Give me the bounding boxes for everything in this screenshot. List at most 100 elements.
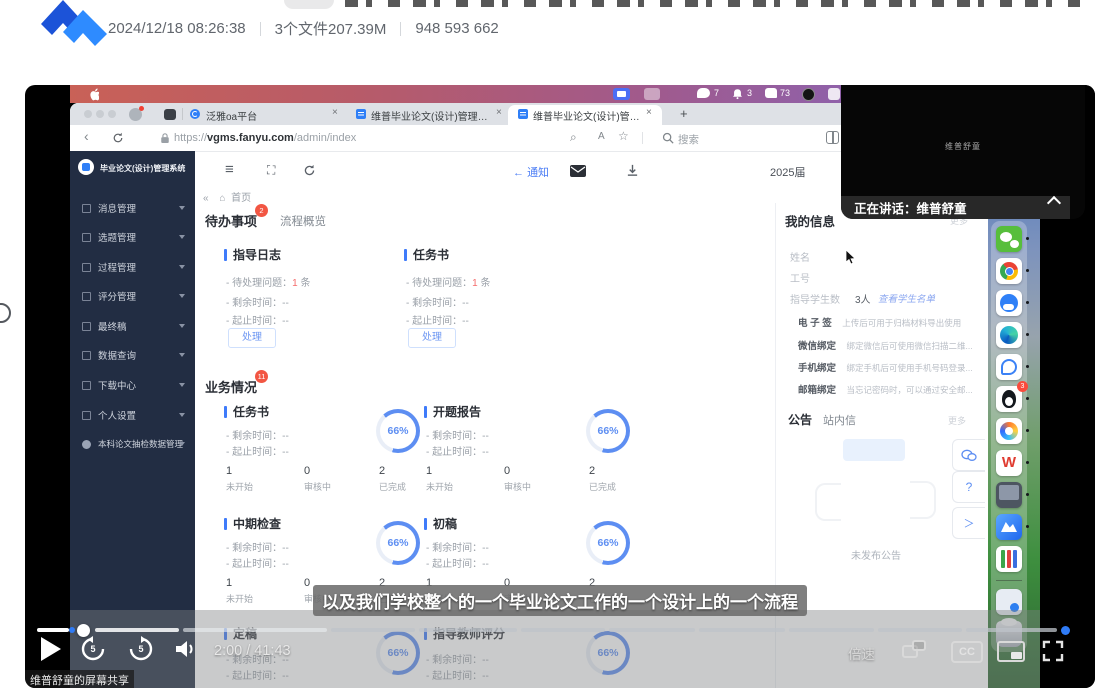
bell-icon[interactable] [732, 88, 743, 100]
progress-segment[interactable] [521, 628, 605, 632]
breadcrumb-home[interactable]: 首页 [231, 193, 251, 204]
fullscreen-button[interactable] [1041, 639, 1065, 668]
address-bar[interactable]: https://vgms.fanyu.com/admin/index [174, 132, 356, 144]
new-tab-icon[interactable]: + [680, 106, 688, 121]
tab3-close-icon[interactable]: × [646, 107, 652, 118]
menubar-app-icon[interactable] [644, 88, 660, 100]
seek-marker-dot[interactable] [69, 627, 75, 633]
inbox-tab[interactable]: 站内信 [823, 412, 856, 428]
menu-label: 个人设置 [98, 408, 136, 422]
profile-title: 我的信息 [785, 211, 835, 230]
sidebar-item-final[interactable]: 最终稿 [70, 315, 195, 337]
progress-segment[interactable] [966, 628, 1057, 632]
sidebar-item-topics[interactable]: 选题管理 [70, 226, 195, 248]
seek-segments[interactable] [95, 628, 1057, 632]
download-icon[interactable] [626, 164, 639, 177]
refresh-icon[interactable] [112, 132, 124, 144]
tab2-close-icon[interactable]: × [496, 107, 502, 118]
screen-switch-button[interactable] [902, 640, 926, 665]
search-label[interactable]: 搜索 [678, 132, 699, 147]
tab3-title[interactable]: 维普毕业论文(设计)管理系统 [533, 108, 641, 123]
expand-icon[interactable]: ⛶ [267, 163, 275, 178]
page-refresh-icon[interactable] [303, 164, 316, 177]
rewind-5-button[interactable]: 5 [80, 636, 106, 662]
collapse-panel-button[interactable]: ＞ [952, 507, 985, 539]
video-player[interactable]: 7 3 73 泛雅oa平台 × [25, 85, 1095, 688]
sidebar-item-scoring[interactable]: 评分管理 [70, 285, 195, 307]
dock-chrome-ic on[interactable] [996, 258, 1022, 284]
speed-button[interactable]: 倍速 [848, 643, 875, 663]
progress-segment[interactable] [609, 628, 695, 632]
sidebar-item-data-query[interactable]: 数据查询 [70, 344, 195, 366]
announce-tab[interactable]: 公告 [788, 411, 812, 428]
dock-messages-icon[interactable] [996, 354, 1022, 380]
volume-button[interactable] [174, 639, 198, 664]
tab2-title[interactable]: 维普毕业论文(设计)管理系统 [371, 108, 489, 123]
seek-bar[interactable] [25, 621, 1095, 637]
dock-library-icon[interactable] [996, 546, 1022, 572]
do-not-disturb-icon[interactable] [802, 88, 815, 101]
feedback-button[interactable] [952, 439, 985, 471]
sidebar-item-settings[interactable]: 个人设置 [70, 404, 195, 426]
progress-segment[interactable] [95, 628, 179, 632]
dock-docs-icon[interactable] [996, 418, 1022, 444]
speaker-video-window[interactable]: 维普舒童 正在讲话：维普舒童 [841, 85, 1085, 219]
help-button[interactable]: ? [952, 471, 985, 503]
comment-count-icon[interactable] [765, 88, 777, 98]
page-zoom-icon[interactable]: ⌕ [570, 130, 577, 145]
menubar-app-icon-2[interactable] [828, 88, 840, 100]
dock-qq-browser-icon[interactable] [996, 290, 1022, 316]
dock-edge-icon[interactable] [996, 322, 1022, 348]
dock-qq-icon[interactable]: 3 [996, 386, 1022, 412]
tab1-close-icon[interactable]: × [332, 107, 338, 118]
window-zoom-button[interactable] [108, 110, 116, 118]
window-minimize-button[interactable] [96, 110, 104, 118]
progress-segment[interactable] [699, 628, 785, 632]
todo-title[interactable]: 待办事项 [205, 211, 257, 230]
star-icon[interactable]: ☆ [618, 129, 629, 143]
sidebar-item-spot-check[interactable]: 本科论文抽检数据管理 [70, 433, 195, 455]
meeting-files[interactable]: 3个文件207.39M [275, 18, 387, 39]
envelope-icon[interactable] [570, 165, 586, 177]
sidebar-item-downloads[interactable]: 下载中心 [70, 374, 195, 396]
progress-segment[interactable] [419, 628, 517, 632]
play-button[interactable] [41, 637, 61, 661]
url-scheme: https:// [174, 132, 207, 144]
lock-icon[interactable] [160, 132, 170, 144]
remain-line: - 剩余时间：-- [426, 539, 489, 554]
back-to-notice-link[interactable]: ← 通知 [513, 164, 549, 180]
progress-segment[interactable] [878, 628, 962, 632]
dock-wps-icon[interactable]: W [996, 450, 1022, 476]
sidebar-item-process[interactable]: 过程管理 [70, 256, 195, 278]
handle-button[interactable]: 处理 [408, 328, 456, 348]
search-icon[interactable] [662, 132, 674, 144]
cc-button[interactable]: CC [951, 641, 983, 663]
progress-segment[interactable] [789, 628, 874, 632]
back-icon[interactable]: ‹ [84, 128, 89, 144]
seek-end-dot[interactable] [1061, 626, 1070, 635]
students-link[interactable]: 查看学生名单 [878, 291, 935, 305]
year-selector[interactable]: 2025届 [770, 164, 805, 180]
font-size-icon[interactable]: A [598, 131, 605, 142]
handle-button[interactable]: 处理 [228, 328, 276, 348]
flow-overview-tab[interactable]: 流程概览 [280, 213, 326, 229]
dock-wechat-icon[interactable] [996, 226, 1022, 252]
chat-bubbles-icon[interactable] [697, 88, 710, 98]
sidebar-item-messages[interactable]: 消息管理 [70, 197, 195, 219]
collapse-arrow-icon: ＞ [964, 515, 975, 531]
dock-preview-icon[interactable] [996, 482, 1022, 508]
menu-label: 最终稿 [98, 319, 127, 333]
sidebar-toggle-icon[interactable] [164, 109, 176, 120]
progress-segment[interactable] [331, 628, 415, 632]
dock-tencent-meeting-icon[interactable] [996, 514, 1022, 540]
progress-segment[interactable] [183, 628, 327, 632]
window-close-button[interactable] [84, 110, 92, 118]
forward-5-button[interactable]: 5 [128, 636, 154, 662]
seek-playhead[interactable] [77, 624, 90, 637]
notice-more-link[interactable]: 更多 [948, 414, 966, 427]
collapse-icon[interactable]: « [203, 193, 209, 204]
pip-button[interactable] [997, 641, 1025, 662]
hamburger-icon[interactable]: ≡ [225, 161, 234, 178]
tab1-title[interactable]: 泛雅oa平台 [206, 108, 316, 123]
range-line: - 起止时间：-- [426, 443, 489, 458]
